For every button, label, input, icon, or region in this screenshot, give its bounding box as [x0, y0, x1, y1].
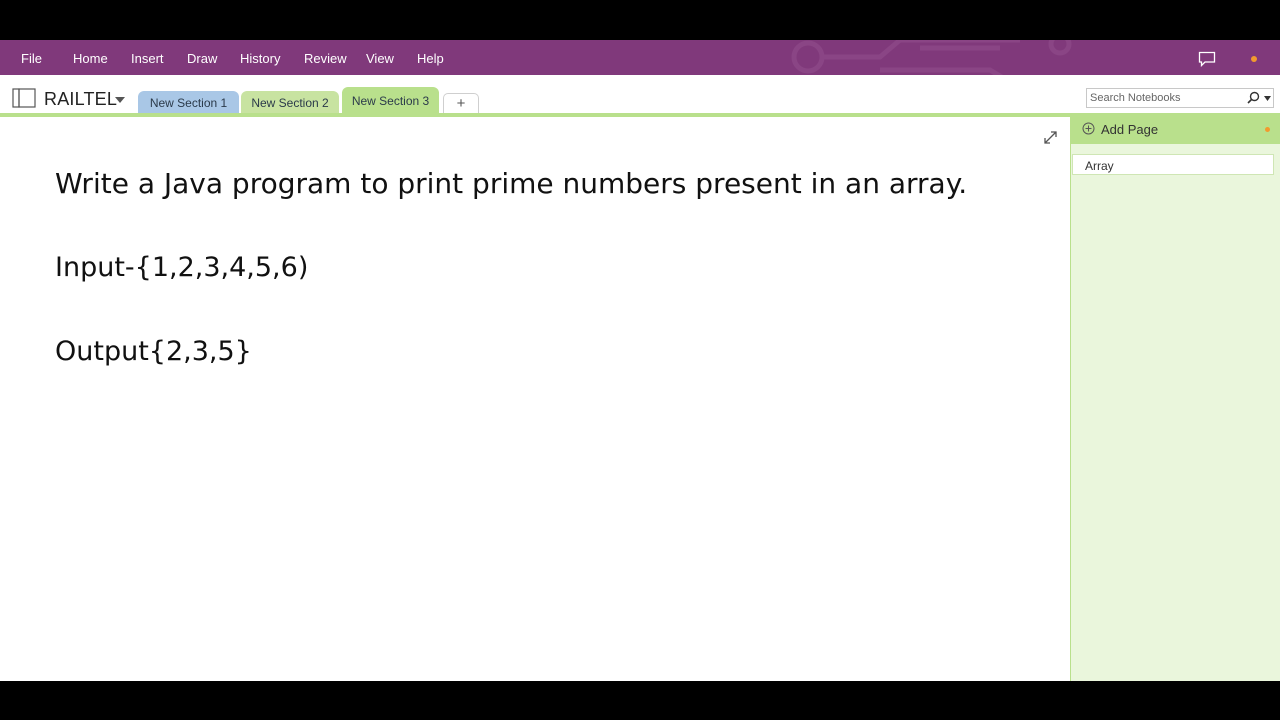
menu-file[interactable]: File [21, 40, 42, 75]
note-text-line[interactable]: Write a Java program to print prime numb… [55, 167, 967, 201]
menu-help[interactable]: Help [417, 40, 444, 75]
chevron-down-icon[interactable] [1264, 96, 1271, 101]
add-page-label: Add Page [1101, 122, 1159, 137]
search-notebooks-box[interactable] [1086, 88, 1274, 108]
ribbon-menubar: File Home Insert Draw History Review Vie… [0, 40, 1280, 75]
note-text-line[interactable]: Output{2,3,5} [55, 335, 252, 369]
page-item-label: Array [1085, 159, 1114, 173]
menu-home[interactable]: Home [73, 40, 108, 75]
notification-dot-icon [1265, 127, 1270, 132]
letterbox-top [0, 0, 1280, 40]
plus-circle-icon [1082, 122, 1095, 135]
notebook-icon[interactable] [12, 88, 36, 108]
note-text-line[interactable]: Input-{1,2,3,4,5,6) [55, 251, 308, 285]
menu-review[interactable]: Review [304, 40, 347, 75]
menu-history[interactable]: History [240, 40, 280, 75]
menu-draw[interactable]: Draw [187, 40, 217, 75]
section-tab-2[interactable]: New Section 2 [241, 91, 339, 113]
circuit-decoration [791, 40, 1072, 75]
page-item-array[interactable]: Array [1072, 154, 1274, 175]
section-tab-1[interactable]: New Section 1 [138, 91, 239, 113]
section-tab-3[interactable]: New Section 3 [342, 87, 439, 115]
comment-icon[interactable] [1198, 51, 1216, 67]
menu-insert[interactable]: Insert [131, 40, 164, 75]
page-canvas[interactable] [0, 117, 1070, 681]
add-section-button[interactable]: + [443, 93, 479, 114]
expand-icon[interactable] [1043, 130, 1058, 145]
pages-pane: Add Page Array [1070, 113, 1280, 681]
notification-dot-icon [1251, 56, 1257, 62]
add-page-button[interactable]: Add Page [1071, 113, 1280, 144]
search-input[interactable] [1087, 89, 1240, 107]
letterbox-bottom [0, 681, 1280, 720]
chevron-down-icon[interactable] [114, 96, 126, 104]
notebook-name[interactable]: RAILTEL [44, 89, 117, 109]
menu-view[interactable]: View [366, 40, 394, 75]
search-icon[interactable] [1247, 91, 1260, 104]
